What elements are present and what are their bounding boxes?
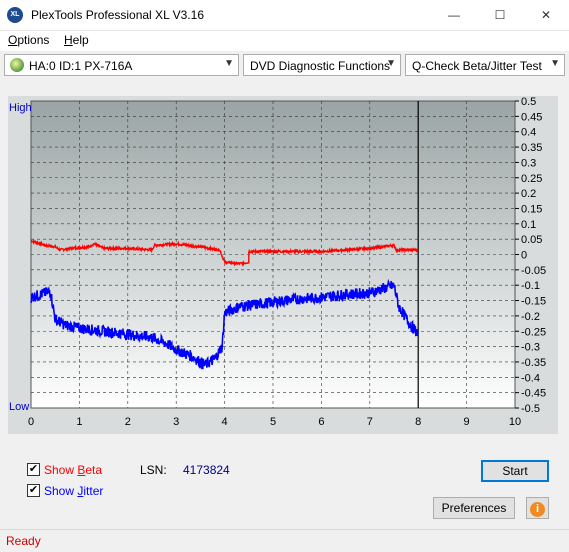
y-tick-label: 0.3	[521, 157, 536, 169]
y-tick-label: 0	[521, 250, 527, 262]
x-tick-label: 5	[270, 416, 276, 428]
chevron-down-icon: ▼	[386, 58, 396, 69]
axis-low-label: Low	[9, 401, 29, 413]
x-tick-label: 2	[125, 416, 131, 428]
show-jitter-label[interactable]: Show Jitter	[44, 484, 103, 498]
minimize-button[interactable]: —	[431, 0, 477, 30]
title-bar: XL PlexTools Professional XL V3.16 — ☐ ✕	[0, 0, 569, 31]
toolbar: HA:0 ID:1 PX-716A ▼ DVD Diagnostic Funct…	[0, 52, 569, 78]
menu-help-label: elp	[72, 33, 89, 47]
y-tick-label: -0.25	[521, 326, 546, 338]
function-select[interactable]: DVD Diagnostic Functions ▼	[243, 54, 401, 76]
show-beta-label-post: eta	[85, 463, 103, 477]
y-axis-ticks: 0.5 0.45 0.4 0.35 0.3 0.25 0.2 0.15 0.1 0.05 0 -0.0…	[515, 96, 546, 415]
status-bar: Ready	[0, 529, 569, 552]
axis-high-label: High	[9, 102, 32, 114]
y-tick-label: -0.4	[521, 372, 540, 384]
y-tick-label: 0.25	[521, 173, 542, 185]
chart-panel: 0 1 2 3 4 5 6 7 8 9 10 0.5 0.45 0.4 0.35 0.3 0.25 0.2 0.1…	[8, 96, 558, 434]
show-beta-label[interactable]: Show Beta	[44, 463, 102, 477]
maximize-button[interactable]: ☐	[477, 0, 523, 30]
app-logo-icon: XL	[7, 7, 23, 23]
chevron-down-icon: ▼	[550, 58, 560, 69]
y-tick-label: 0.5	[521, 96, 536, 108]
show-beta-label-pre: Show	[44, 463, 78, 477]
y-tick-label: 0.45	[521, 111, 542, 123]
y-tick-label: 0.05	[521, 234, 542, 246]
x-tick-label: 10	[509, 416, 521, 428]
lsn-value: 4173824	[183, 463, 230, 477]
test-select-value: Q-Check Beta/Jitter Test	[412, 59, 542, 73]
info-button[interactable]: i	[526, 497, 549, 519]
y-tick-label: -0.15	[521, 296, 546, 308]
drive-select-value: HA:0 ID:1 PX-716A	[29, 59, 133, 73]
show-jitter-label-pre: Show	[44, 484, 78, 498]
window-title: PlexTools Professional XL V3.16	[31, 8, 204, 22]
beta-jitter-chart: 0 1 2 3 4 5 6 7 8 9 10 0.5 0.45 0.4 0.35 0.3 0.25 0.2 0.1…	[9, 96, 546, 428]
menu-help-hotkey: H	[64, 33, 73, 47]
menu-options-label: ptions	[17, 33, 50, 47]
x-tick-label: 1	[76, 416, 82, 428]
status-text: Ready	[6, 534, 41, 548]
x-tick-label: 0	[28, 416, 34, 428]
y-tick-label: 0.4	[521, 127, 536, 139]
y-tick-label: -0.1	[521, 280, 540, 292]
menu-options-hotkey: O	[8, 33, 18, 47]
x-tick-label: 8	[415, 416, 421, 428]
y-tick-label: -0.45	[521, 388, 546, 400]
function-select-value: DVD Diagnostic Functions	[250, 59, 391, 73]
y-tick-label: 0.2	[521, 188, 536, 200]
chevron-down-icon: ▼	[224, 58, 234, 69]
y-tick-label: 0.15	[521, 203, 542, 215]
show-jitter-label-post: itter	[83, 484, 104, 498]
y-tick-label: -0.35	[521, 357, 546, 369]
lsn-label: LSN:	[140, 463, 167, 477]
x-tick-label: 7	[367, 416, 373, 428]
y-tick-label: 0.35	[521, 142, 542, 154]
menu-bar: Options Help	[0, 31, 569, 51]
menu-options[interactable]: Options	[8, 33, 49, 47]
test-select[interactable]: Q-Check Beta/Jitter Test ▼	[405, 54, 565, 76]
start-button[interactable]: Start	[481, 460, 549, 482]
x-tick-label: 9	[464, 416, 470, 428]
controls-panel: ✔ Show Beta ✔ Show Jitter LSN: 4173824 S…	[8, 454, 558, 522]
drive-select[interactable]: HA:0 ID:1 PX-716A ▼	[4, 54, 239, 76]
x-tick-label: 6	[318, 416, 324, 428]
x-tick-label: 4	[222, 416, 228, 428]
menu-help[interactable]: Help	[64, 33, 89, 47]
disc-drive-icon	[10, 58, 24, 72]
y-tick-label: -0.2	[521, 311, 540, 323]
y-tick-label: -0.05	[521, 265, 546, 277]
close-button[interactable]: ✕	[523, 0, 569, 30]
y-tick-label: 0.1	[521, 219, 536, 231]
x-axis-ticks: 0 1 2 3 4 5 6 7 8 9 10	[28, 416, 521, 428]
preferences-button[interactable]: Preferences	[433, 497, 515, 519]
show-beta-checkbox[interactable]: ✔	[27, 463, 40, 476]
info-icon: i	[530, 502, 545, 517]
show-jitter-checkbox[interactable]: ✔	[27, 484, 40, 497]
x-tick-label: 3	[173, 416, 179, 428]
y-tick-label: -0.5	[521, 403, 540, 415]
y-tick-label: -0.3	[521, 342, 540, 354]
